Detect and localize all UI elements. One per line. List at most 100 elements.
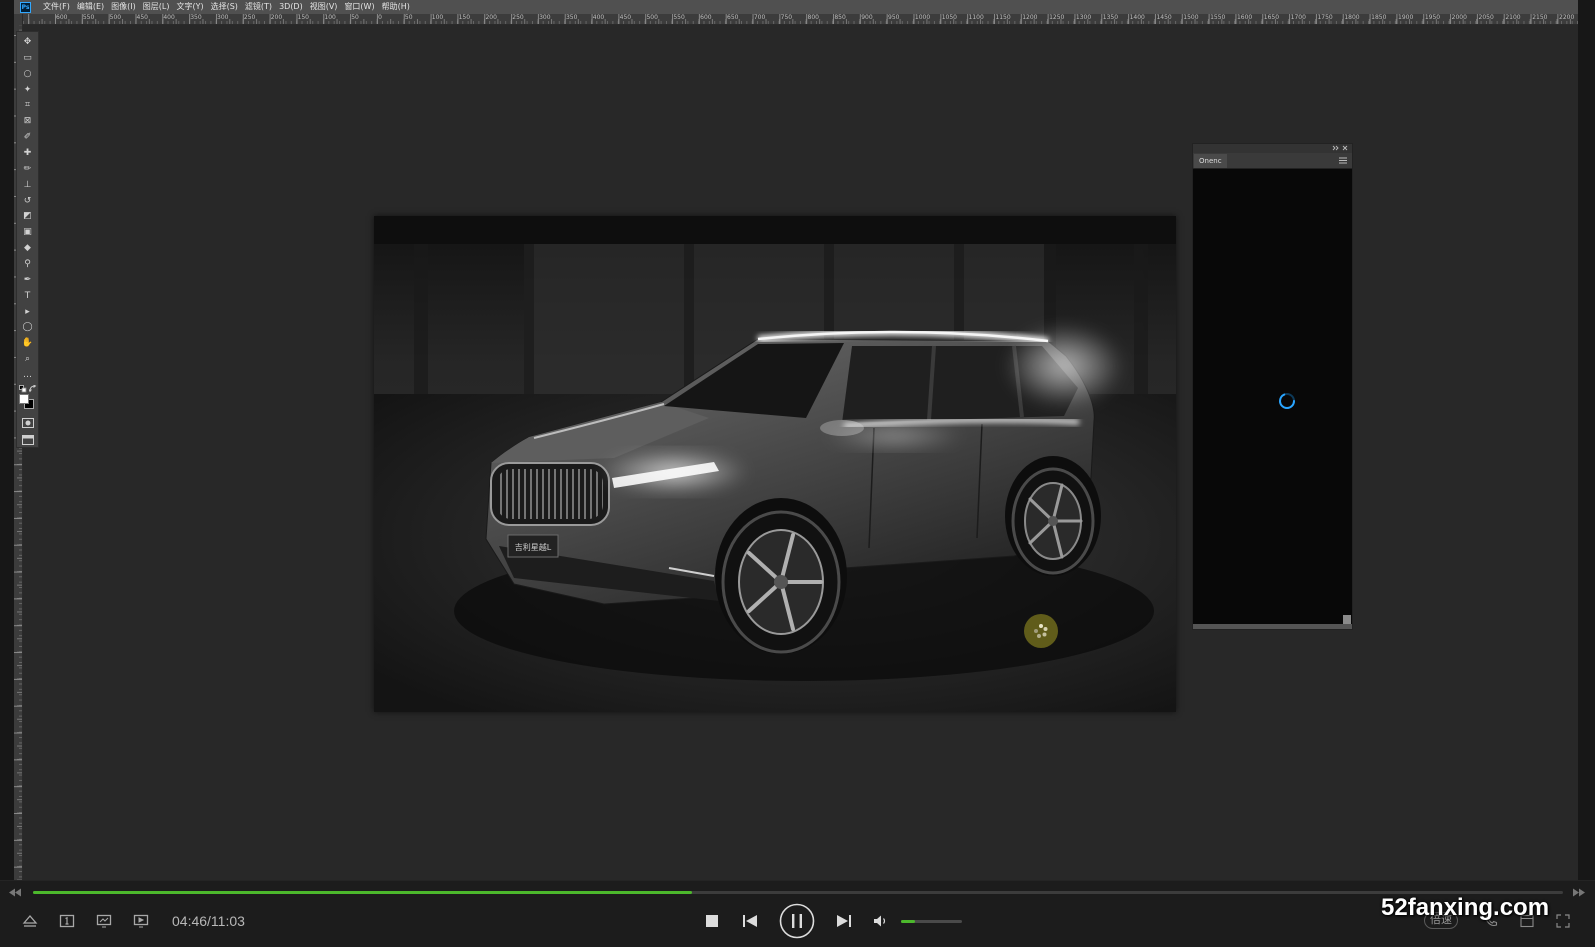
volume-icon[interactable] — [873, 914, 889, 928]
magic-wand-tool[interactable]: ✦ — [17, 82, 38, 98]
ruler-origin-corner[interactable] — [14, 14, 23, 25]
pen-tool[interactable]: ✒ — [17, 272, 38, 288]
previous-icon-bar — [743, 915, 745, 927]
speaker-wave — [883, 918, 886, 924]
menu-select[interactable]: 选择(S) — [211, 0, 238, 14]
close-cross — [1342, 145, 1348, 151]
volume-slider[interactable] — [901, 920, 962, 923]
frame-icon: ⊠ — [23, 116, 32, 127]
ruler-label: 450 — [619, 14, 632, 21]
ruler-label: 100 — [431, 14, 444, 21]
subtitle-icon[interactable] — [59, 914, 75, 928]
blur-tool[interactable]: ◆ — [17, 240, 38, 256]
ruler-label: 50 — [404, 14, 413, 21]
lasso-tool[interactable]: ○ — [17, 66, 38, 82]
record-mark — [138, 917, 145, 928]
horizontal-ruler[interactable]: 600 550 500 450 400 350 300 250 200 150 100 50 0 50 10… — [23, 14, 1578, 25]
panel-tab-bar: Onenc — [1193, 153, 1352, 169]
ruler-label: 2100 — [1505, 14, 1521, 21]
stop-icon — [706, 915, 718, 927]
history-brush-icon: ↺ — [23, 195, 32, 206]
plugin-panel: Onenc — [1192, 143, 1353, 630]
hand-tool[interactable]: ✋ — [17, 335, 38, 351]
ruler-label: 250 — [243, 14, 256, 21]
quick-mask-icon[interactable] — [22, 418, 34, 428]
ruler-label: 950 — [888, 14, 900, 21]
menu-image[interactable]: 图像(I) — [111, 0, 136, 14]
previous-button[interactable] — [742, 914, 758, 928]
screen-mode-icon[interactable] — [22, 435, 34, 445]
step-back-icon[interactable] — [8, 888, 22, 897]
ruler-label: 350 — [190, 14, 202, 21]
eraser-tool[interactable]: ◩ — [17, 208, 38, 224]
menu-filter[interactable]: 滤镜(T) — [245, 0, 272, 14]
ruler-label: 2200 — [1559, 14, 1575, 21]
step-forward-icon[interactable] — [1572, 888, 1586, 897]
move-tool[interactable]: ✥ — [17, 34, 38, 50]
next-icon-triangle — [837, 915, 848, 927]
car-grille-bars — [497, 469, 603, 519]
ruler-label: 150 — [297, 14, 309, 21]
dodge-icon: ⚲ — [24, 258, 31, 269]
blur-icon: ◆ — [24, 243, 31, 254]
ruler-label: 300 — [539, 14, 551, 21]
close-icon[interactable] — [1342, 145, 1348, 151]
hand-icon: ✋ — [21, 338, 34, 349]
type-tool[interactable]: T — [17, 288, 38, 304]
ruler-label: 650 — [727, 14, 739, 21]
menu-help[interactable]: 帮助(H) — [382, 0, 410, 14]
more-icon: … — [23, 369, 32, 380]
ruler-label: 1900 — [1398, 14, 1414, 21]
panel-resize-grip[interactable] — [1343, 615, 1351, 624]
clone-stamp-tool[interactable]: ⊥ — [17, 177, 38, 193]
collapse-icon[interactable] — [1332, 145, 1339, 151]
menu-edit[interactable]: 编辑(E) — [77, 0, 104, 14]
cursor-dot — [1034, 629, 1038, 633]
panel-tab-onenc[interactable]: Onenc — [1194, 154, 1227, 168]
gradient-tool[interactable]: ▣ — [17, 224, 38, 240]
progress-bar[interactable] — [33, 891, 1563, 894]
menu-file[interactable]: 文件(F) — [43, 0, 70, 14]
menu-view[interactable]: 视图(V) — [310, 0, 338, 14]
ruler-label: 400 — [592, 14, 605, 21]
screenshot-icon[interactable] — [96, 914, 112, 928]
default-colors-icon[interactable] — [19, 385, 27, 393]
panel-menu-icon[interactable] — [1339, 157, 1347, 164]
menu-window[interactable]: 窗口(W) — [344, 0, 374, 14]
ruler-label: 1200 — [1022, 14, 1038, 21]
swap-colors-icon[interactable] — [29, 385, 37, 393]
fullscreen-icon[interactable] — [1556, 914, 1570, 928]
frame-tool[interactable]: ⊠ — [17, 113, 38, 129]
eject-icon[interactable] — [22, 913, 38, 929]
dodge-tool[interactable]: ⚲ — [17, 256, 38, 272]
menu-layer[interactable]: 图层(L) — [143, 0, 170, 14]
ruler-label: 250 — [512, 14, 524, 21]
rectangular-marquee-tool[interactable]: ▭ — [17, 50, 38, 66]
eyedropper-tool[interactable]: ✐ — [17, 129, 38, 145]
cursor-dot — [1039, 624, 1043, 628]
ruler-label: 1400 — [1129, 14, 1145, 21]
healing-brush-tool[interactable]: ✚ — [17, 145, 38, 161]
stop-button[interactable] — [706, 915, 718, 927]
menu-type[interactable]: 文字(Y) — [176, 0, 203, 14]
more-tool[interactable]: … — [17, 367, 38, 383]
ellipse-tool[interactable]: ◯ — [17, 319, 38, 335]
menu-3d[interactable]: 3D(D) — [279, 0, 303, 14]
ruler-label: 550 — [82, 14, 95, 21]
crop-tool[interactable]: ⌗ — [17, 97, 38, 113]
history-brush-tool[interactable]: ↺ — [17, 193, 38, 209]
photoshop-window: Ps 文件(F) 编辑(E) 图像(I) 图层(L) 文字(Y) 选择(S) 滤… — [14, 0, 1578, 880]
lasso-icon: ○ — [23, 68, 32, 79]
pause-button[interactable] — [779, 903, 815, 939]
ruler-label: 1800 — [1344, 14, 1360, 21]
ruler-label: 100 — [324, 14, 336, 21]
brush-tool[interactable]: ✏ — [17, 161, 38, 177]
ruler-label: 500 — [109, 14, 122, 21]
foreground-color-swatch[interactable] — [19, 394, 29, 404]
collapse-chevrons — [1332, 145, 1339, 151]
ruler-label: 1600 — [1236, 14, 1253, 21]
next-button[interactable] — [836, 914, 852, 928]
record-clip-icon[interactable] — [133, 914, 149, 928]
zoom-tool[interactable]: ⌕ — [17, 351, 38, 367]
path-selection-tool[interactable]: ▸ — [17, 304, 38, 320]
